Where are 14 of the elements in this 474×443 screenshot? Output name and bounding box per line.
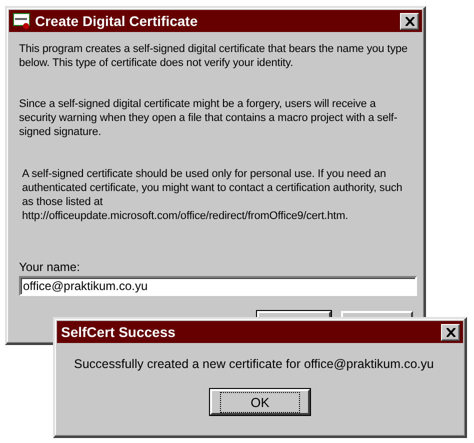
info-paragraph: A self-signed certificate should be used only for personal use. If you need an authenticated certificate, you might want to contact a certification authority, such as those listed at http://officeupdate.microsoft.com/office/redirect/fromOffice9/cert.htm. — [22, 167, 404, 223]
name-input-field[interactable]: office@praktikum.co.yu — [19, 276, 417, 296]
close-button[interactable] — [441, 324, 460, 340]
close-icon — [404, 16, 414, 26]
info-paragraph: Since a self-signed digital certificate might be a forgery, users will receive a security warning when they open a file that contains a macro project with a self-signed signature. — [19, 97, 398, 139]
window-title: Create Digital Certificate — [35, 13, 198, 29]
info-paragraph: This program creates a self-signed digital certificate that bears the name you type below. This type of certificate does not verify your identity. — [19, 42, 409, 70]
close-icon — [446, 328, 456, 336]
ok-button[interactable]: OK — [210, 389, 310, 415]
success-message: Successfully created a new certificate for office@praktikum.co.yu — [74, 357, 435, 371]
dialog-title: SelfCert Success — [61, 324, 176, 340]
certificate-icon — [13, 12, 31, 30]
field-label: Your name: — [19, 260, 81, 274]
close-button[interactable] — [400, 12, 419, 30]
